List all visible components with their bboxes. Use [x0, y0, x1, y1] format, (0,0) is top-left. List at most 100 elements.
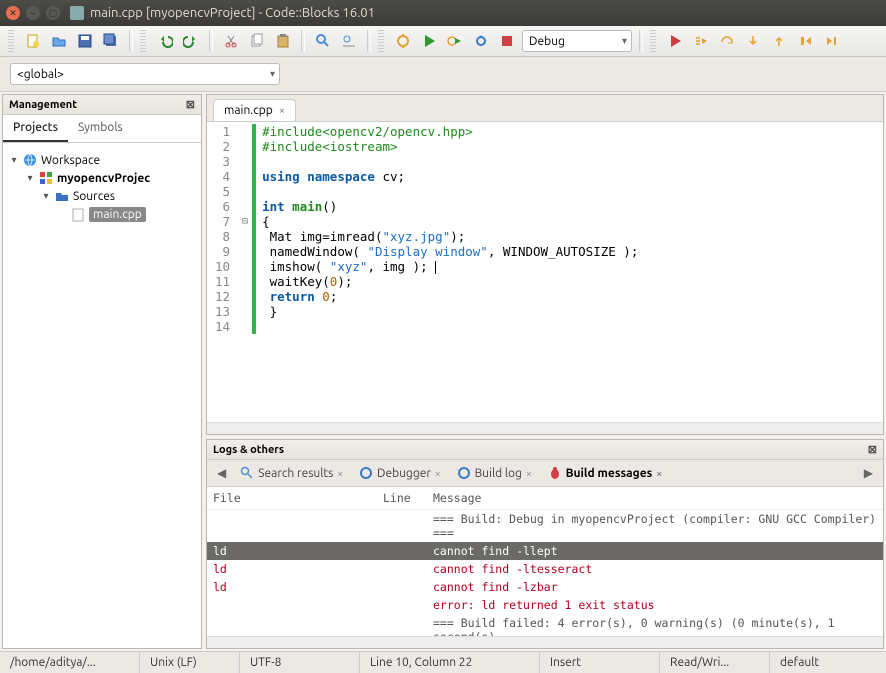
cut-button[interactable] — [220, 30, 242, 52]
editor-tab-label: main.cpp — [224, 104, 273, 117]
management-tabs: Projects Symbols — [3, 115, 201, 143]
close-icon[interactable]: × — [279, 105, 285, 117]
step-instr-button[interactable] — [820, 30, 842, 52]
tabs-next-button[interactable]: ▶ — [860, 462, 877, 484]
editor-frame: main.cpp × 1234567891011121314 ⊟ #includ… — [206, 94, 884, 435]
editor-tabs: main.cpp × — [207, 95, 883, 122]
save-all-button[interactable] — [100, 30, 122, 52]
tree-label: Sources — [73, 190, 115, 203]
status-encoding: UTF-8 — [240, 652, 360, 673]
main-toolbar: Debug — [0, 26, 886, 57]
run-to-cursor-button[interactable] — [690, 30, 712, 52]
tree-project[interactable]: ▾ myopencvProjec — [9, 169, 195, 187]
build-target-label: Debug — [529, 35, 565, 48]
status-path: /home/aditya/... — [0, 652, 140, 673]
gear-icon — [457, 466, 471, 480]
tab-projects[interactable]: Projects — [3, 115, 68, 142]
table-row[interactable]: error: ld returned 1 exit status — [207, 596, 883, 614]
folder-icon — [55, 189, 69, 203]
logs-title: Logs & others — [213, 444, 284, 456]
replace-button[interactable] — [338, 30, 360, 52]
tree-sources[interactable]: ▾ Sources — [9, 187, 195, 205]
code-editor[interactable]: 1234567891011121314 ⊟ #include<opencv2/o… — [207, 122, 883, 422]
logs-hscroll[interactable] — [207, 636, 883, 648]
table-row[interactable]: === Build: Debug in myopencvProject (com… — [207, 510, 883, 542]
close-icon[interactable]: ✕ — [6, 6, 20, 20]
run-button[interactable] — [418, 30, 440, 52]
tree-file-main[interactable]: main.cpp — [9, 205, 195, 224]
abort-button[interactable] — [496, 30, 518, 52]
window-titlebar: ✕ – ▢ main.cpp [myopencvProject] - Code:… — [0, 0, 886, 26]
toolbar-grip[interactable] — [140, 30, 146, 52]
scope-bar: <global> — [0, 57, 886, 92]
editor-hscroll[interactable] — [207, 422, 883, 434]
main-area: Management ⊠ Projects Symbols ▾ Workspac… — [0, 92, 886, 651]
window-title: main.cpp [myopencvProject] - Code::Block… — [90, 6, 375, 20]
code-area[interactable]: #include<opencv2/opencv.hpp>#include<ios… — [256, 124, 883, 422]
tabs-prev-button[interactable]: ◀ — [213, 462, 230, 484]
tab-build-log[interactable]: Build log× — [451, 460, 538, 486]
status-position: Line 10, Column 22 — [360, 652, 540, 673]
toolbar-grip[interactable] — [378, 30, 384, 52]
tab-label: Debugger — [377, 467, 431, 480]
undo-button[interactable] — [154, 30, 176, 52]
toolbar-grip[interactable] — [8, 30, 14, 52]
close-icon[interactable]: ⊠ — [868, 443, 877, 456]
close-icon[interactable]: ⊠ — [186, 98, 195, 111]
tree-label: myopencvProjec — [57, 172, 150, 185]
next-instr-button[interactable] — [794, 30, 816, 52]
minimize-icon[interactable]: – — [26, 6, 40, 20]
tab-symbols[interactable]: Symbols — [68, 115, 133, 142]
scope-combo[interactable]: <global> — [10, 63, 280, 85]
status-mode: Insert — [540, 652, 660, 673]
col-message[interactable]: Message — [433, 491, 877, 505]
status-bar: /home/aditya/... Unix (LF) UTF-8 Line 10… — [0, 651, 886, 673]
tab-debugger[interactable]: Debugger× — [353, 460, 447, 486]
copy-button[interactable] — [246, 30, 268, 52]
logs-header: Logs & others ⊠ — [207, 440, 883, 460]
new-file-button[interactable] — [22, 30, 44, 52]
search-icon — [240, 466, 254, 480]
tab-search-results[interactable]: Search results× — [234, 460, 349, 486]
tree-label: Workspace — [41, 154, 100, 167]
step-out-button[interactable] — [768, 30, 790, 52]
table-row[interactable]: ldcannot find -llept — [207, 542, 883, 560]
table-row[interactable]: ldcannot find -ltesseract — [207, 560, 883, 578]
find-button[interactable] — [312, 30, 334, 52]
maximize-icon[interactable]: ▢ — [46, 6, 60, 20]
workspace-icon — [23, 153, 37, 167]
rebuild-button[interactable] — [470, 30, 492, 52]
scope-label: <global> — [17, 68, 64, 81]
project-tree: ▾ Workspace ▾ myopencvProjec ▾ Sources m… — [3, 143, 201, 648]
col-line[interactable]: Line — [383, 491, 433, 505]
toolbar-grip[interactable] — [650, 30, 656, 52]
app-icon — [70, 6, 84, 20]
debug-run-button[interactable] — [664, 30, 686, 52]
redo-button[interactable] — [180, 30, 202, 52]
build-target-combo[interactable]: Debug — [522, 30, 632, 52]
tree-label: main.cpp — [89, 207, 146, 222]
editor-tab-main[interactable]: main.cpp × — [213, 99, 296, 121]
table-header: File Line Message — [207, 487, 883, 510]
status-profile: default — [770, 652, 886, 673]
step-over-button[interactable] — [716, 30, 738, 52]
build-button[interactable] — [392, 30, 414, 52]
paste-button[interactable] — [272, 30, 294, 52]
bug-icon — [548, 466, 562, 480]
build-run-button[interactable] — [444, 30, 466, 52]
project-icon — [39, 171, 53, 185]
tree-workspace[interactable]: ▾ Workspace — [9, 151, 195, 169]
save-button[interactable] — [74, 30, 96, 52]
logs-tabs: ◀ Search results× Debugger× Build log× B… — [207, 460, 883, 487]
tab-build-messages[interactable]: Build messages× — [542, 460, 668, 486]
table-row[interactable]: ldcannot find -lzbar — [207, 578, 883, 596]
line-gutter: 1234567891011121314 — [207, 124, 238, 422]
management-title: Management — [9, 99, 77, 111]
col-file[interactable]: File — [213, 491, 383, 505]
tab-label: Build log — [475, 467, 522, 480]
tab-label: Build messages — [566, 467, 653, 480]
table-row[interactable]: === Build failed: 4 error(s), 0 warning(… — [207, 614, 883, 636]
step-into-button[interactable] — [742, 30, 764, 52]
open-button[interactable] — [48, 30, 70, 52]
fold-column[interactable]: ⊟ — [238, 124, 252, 422]
